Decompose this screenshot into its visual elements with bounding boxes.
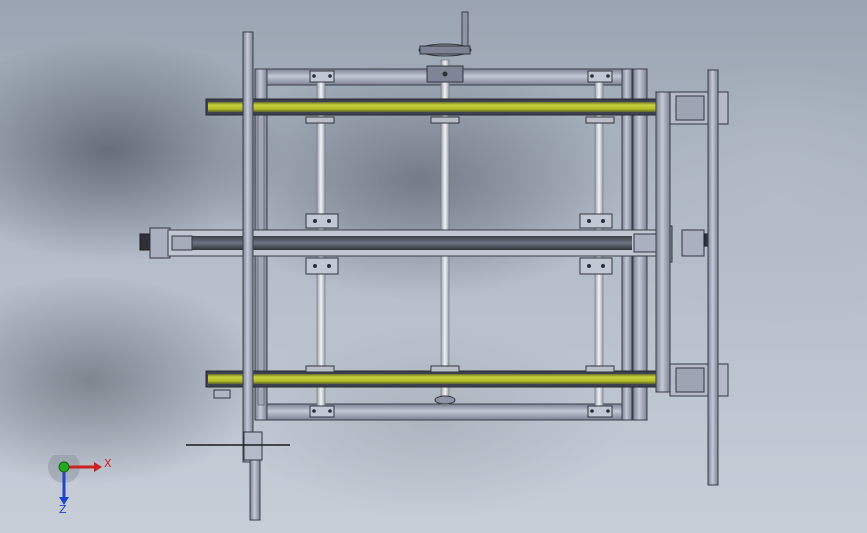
z-axis-label: Z (59, 503, 67, 516)
right-carriage (655, 69, 729, 486)
top-drive-motor (418, 11, 472, 83)
x-axis-label: X (104, 457, 112, 470)
top-linear-rail (205, 98, 659, 124)
y-axis-dot (58, 461, 70, 473)
cnc-frame-model[interactable] (0, 0, 867, 533)
cad-viewport[interactable]: X Z (0, 0, 867, 533)
coordinate-triad: X Z (48, 455, 118, 516)
bottom-linear-rail (205, 365, 659, 405)
